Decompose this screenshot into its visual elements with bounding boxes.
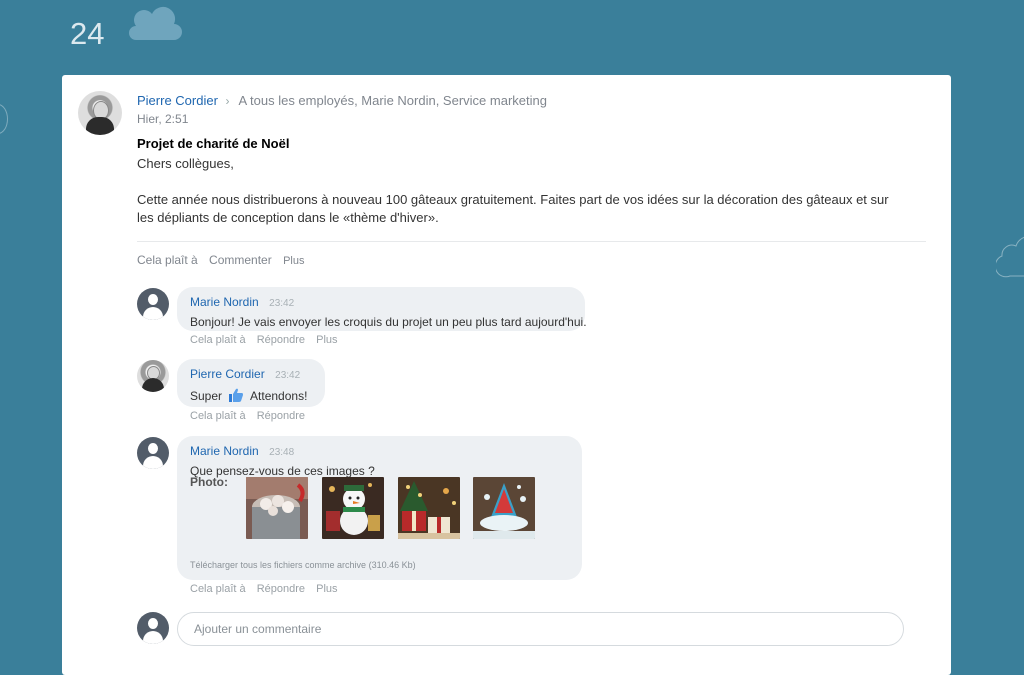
commenter-avatar[interactable]	[137, 360, 169, 392]
comment-actions: Cela plaît à Répondre	[190, 410, 313, 422]
comment-button[interactable]: Commenter	[209, 253, 272, 267]
post-header: Pierre Cordier › A tous les employés, Ma…	[137, 93, 547, 108]
author-avatar[interactable]	[78, 91, 122, 135]
background-ornament	[0, 104, 8, 134]
thumbs-up-icon	[228, 387, 244, 406]
like-button[interactable]: Cela plaît à	[137, 253, 198, 267]
add-comment-input[interactable]: Ajouter un commentaire	[177, 612, 904, 646]
chevron-right-icon: ›	[225, 94, 230, 108]
like-button[interactable]: Cela plaît à	[190, 334, 246, 346]
photo-label: Photo:	[190, 475, 228, 489]
post-title: Projet de charité de Noël	[137, 136, 290, 151]
comment-time[interactable]: 23:42	[269, 298, 294, 309]
comment-author[interactable]: Marie Nordin	[190, 295, 259, 309]
comment-text: Super Attendons!	[190, 387, 312, 406]
comment-time[interactable]: 23:48	[269, 447, 294, 458]
divider	[137, 241, 926, 242]
post-text: Cette année nous distribuerons à nouveau…	[137, 192, 889, 225]
comment-author[interactable]: Marie Nordin	[190, 444, 259, 458]
post-body: Chers collègues, Cette année nous distri…	[137, 155, 897, 227]
post-time[interactable]: Hier, 2:51	[137, 112, 188, 126]
more-button[interactable]: Plus	[316, 583, 337, 595]
comment-text-end: Attendons!	[250, 389, 308, 403]
post-card: Pierre Cordier › A tous les employés, Ma…	[62, 75, 951, 675]
photo-snowman[interactable]	[322, 477, 384, 539]
comment-bubble: Marie Nordin 23:42 Bonjour! Je vais envo…	[177, 287, 587, 331]
commenter-avatar[interactable]	[137, 288, 169, 320]
photo-gifts[interactable]	[398, 477, 460, 539]
like-button[interactable]: Cela plaît à	[190, 583, 246, 595]
post-recipients[interactable]: A tous les employés, Marie Nordin, Servi…	[238, 93, 547, 108]
like-button[interactable]: Cela plaît à	[190, 410, 246, 422]
post-greeting: Chers collègues,	[137, 156, 234, 171]
more-button[interactable]: Plus	[316, 334, 337, 346]
comment-text: Bonjour! Je vais envoyer les croquis du …	[190, 315, 587, 329]
photo-winter-cookie[interactable]	[473, 477, 535, 539]
comment-text-start: Super	[190, 389, 223, 403]
comment-bubble: Pierre Cordier 23:42 Super Attendons!	[177, 359, 325, 407]
current-user-avatar	[137, 612, 169, 644]
post-actions: Cela plaît à Commenter Plus	[137, 253, 312, 267]
cloud-outline-icon	[994, 232, 1024, 285]
reply-button[interactable]: Répondre	[257, 410, 305, 422]
cloud-icon	[126, 6, 182, 47]
comment-text: Que pensez-vous de ces images ?	[190, 464, 375, 478]
comment-author[interactable]: Pierre Cordier	[190, 367, 265, 381]
reply-button[interactable]: Répondre	[257, 583, 305, 595]
post-author-link[interactable]: Pierre Cordier	[137, 93, 218, 108]
comment-actions: Cela plaît à Répondre Plus	[190, 583, 346, 595]
comment-time[interactable]: 23:42	[275, 370, 300, 381]
reply-button[interactable]: Répondre	[257, 334, 305, 346]
commenter-avatar[interactable]	[137, 437, 169, 469]
more-button[interactable]: Plus	[283, 255, 304, 267]
download-archive-link[interactable]: Télécharger tous les fichiers comme arch…	[190, 560, 416, 570]
photo-hot-chocolate[interactable]	[246, 477, 308, 539]
day-number: 24	[70, 16, 105, 51]
comment-actions: Cela plaît à Répondre Plus	[190, 334, 346, 346]
